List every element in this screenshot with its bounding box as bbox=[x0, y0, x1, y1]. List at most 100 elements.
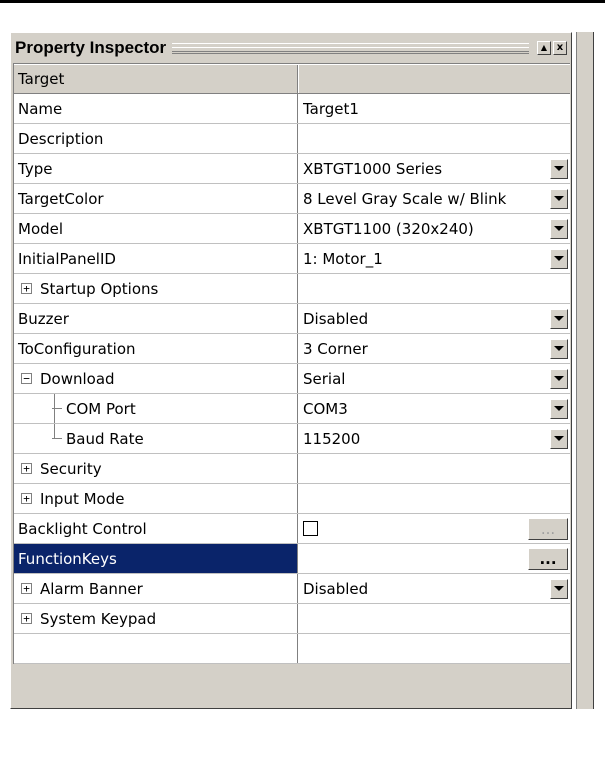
dropdown-button[interactable] bbox=[550, 398, 568, 419]
property-value-field bbox=[298, 604, 570, 633]
chevron-down-icon bbox=[554, 316, 564, 321]
dropdown-button[interactable] bbox=[550, 188, 568, 209]
alarm-banner-select[interactable]: Disabled bbox=[298, 574, 570, 603]
chevron-down-icon bbox=[554, 166, 564, 171]
property-row-input-mode[interactable]: + Input Mode bbox=[14, 484, 570, 514]
property-row-functionkeys[interactable]: FunctionKeys ... bbox=[14, 544, 570, 574]
expand-icon[interactable]: + bbox=[21, 463, 32, 474]
dropdown-button[interactable] bbox=[550, 338, 568, 359]
property-row-baud-rate[interactable]: Baud Rate 115200 bbox=[14, 424, 570, 454]
property-label: Startup Options bbox=[40, 279, 159, 298]
initialpanelid-select[interactable]: 1: Motor_1 bbox=[298, 244, 570, 273]
property-label-cell: + Security bbox=[14, 454, 298, 483]
buzzer-select[interactable]: Disabled bbox=[298, 304, 570, 333]
property-row-targetcolor[interactable]: TargetColor 8 Level Gray Scale w/ Blink bbox=[14, 184, 570, 214]
property-label-cell: + Startup Options bbox=[14, 274, 298, 303]
property-row-name[interactable]: Name Target1 bbox=[14, 94, 570, 124]
property-row-backlight-control[interactable]: Backlight Control ... bbox=[14, 514, 570, 544]
expand-icon[interactable]: + bbox=[21, 613, 32, 624]
property-label bbox=[14, 634, 298, 663]
grid-header: Target bbox=[14, 64, 570, 94]
property-row-alarm-banner[interactable]: + Alarm Banner Disabled bbox=[14, 574, 570, 604]
property-value: 8 Level Gray Scale w/ Blink bbox=[303, 189, 507, 208]
property-row-description[interactable]: Description bbox=[14, 124, 570, 154]
dropdown-button[interactable] bbox=[550, 428, 568, 449]
property-label: TargetColor bbox=[14, 184, 298, 213]
collapse-icon[interactable]: − bbox=[21, 373, 32, 384]
close-icon: x bbox=[556, 42, 564, 53]
download-select[interactable]: Serial bbox=[298, 364, 570, 393]
tree-connector bbox=[54, 394, 55, 423]
property-row-startup-options[interactable]: + Startup Options bbox=[14, 274, 570, 304]
expand-icon[interactable]: + bbox=[21, 583, 32, 594]
chevron-down-icon bbox=[554, 196, 564, 201]
property-label: Description bbox=[14, 124, 298, 153]
splitter-bar[interactable] bbox=[576, 32, 594, 709]
property-value-field[interactable]: Target1 bbox=[298, 94, 570, 123]
dropdown-button[interactable] bbox=[550, 368, 568, 389]
property-row-system-keypad[interactable]: + System Keypad bbox=[14, 604, 570, 634]
property-row-security[interactable]: + Security bbox=[14, 454, 570, 484]
property-row-initialpanelid[interactable]: InitialPanelID 1: Motor_1 bbox=[14, 244, 570, 274]
property-value-field bbox=[298, 454, 570, 483]
property-value: 115200 bbox=[303, 429, 361, 448]
property-value: Serial bbox=[303, 369, 346, 388]
property-value-field bbox=[298, 274, 570, 303]
chevron-down-icon bbox=[554, 406, 564, 411]
dropdown-button[interactable] bbox=[550, 158, 568, 179]
minimize-button[interactable]: ▲ bbox=[537, 41, 551, 55]
functionkeys-ellipsis-button[interactable]: ... bbox=[528, 547, 568, 570]
baud-rate-select[interactable]: 115200 bbox=[298, 424, 570, 453]
property-row-download[interactable]: − Download Serial bbox=[14, 364, 570, 394]
chevron-down-icon bbox=[554, 226, 564, 231]
property-value: 1: Motor_1 bbox=[303, 249, 383, 268]
property-grid: Target Name Target1 Description Type XBT… bbox=[13, 63, 570, 664]
functionkeys-field[interactable]: ... bbox=[298, 544, 570, 573]
type-select[interactable]: XBTGT1000 Series bbox=[298, 154, 570, 183]
property-label-cell: + Alarm Banner bbox=[14, 574, 298, 603]
chevron-down-icon bbox=[554, 586, 564, 591]
model-select[interactable]: XBTGT1100 (320x240) bbox=[298, 214, 570, 243]
property-row-empty bbox=[14, 634, 570, 664]
dropdown-button[interactable] bbox=[550, 308, 568, 329]
header-value-column bbox=[298, 65, 570, 93]
dropdown-button[interactable] bbox=[550, 578, 568, 599]
chevron-down-icon bbox=[554, 256, 564, 261]
drag-grip[interactable] bbox=[172, 42, 529, 54]
property-label-cell: COM Port bbox=[14, 394, 298, 423]
property-label: Type bbox=[14, 154, 298, 183]
toconfiguration-select[interactable]: 3 Corner bbox=[298, 334, 570, 363]
dropdown-button[interactable] bbox=[550, 218, 568, 239]
property-label: InitialPanelID bbox=[14, 244, 298, 273]
property-row-buzzer[interactable]: Buzzer Disabled bbox=[14, 304, 570, 334]
property-value: XBTGT1100 (320x240) bbox=[303, 219, 474, 238]
close-button[interactable]: x bbox=[553, 41, 567, 55]
com-port-select[interactable]: COM3 bbox=[298, 394, 570, 423]
property-row-type[interactable]: Type XBTGT1000 Series bbox=[14, 154, 570, 184]
property-label: Backlight Control bbox=[14, 514, 298, 543]
property-value bbox=[298, 634, 570, 663]
property-label: FunctionKeys bbox=[14, 544, 298, 573]
property-row-toconfiguration[interactable]: ToConfiguration 3 Corner bbox=[14, 334, 570, 364]
backlight-checkbox[interactable] bbox=[303, 521, 318, 536]
property-value-field bbox=[298, 484, 570, 513]
expand-icon[interactable]: + bbox=[21, 283, 32, 294]
targetcolor-select[interactable]: 8 Level Gray Scale w/ Blink bbox=[298, 184, 570, 213]
property-label: ToConfiguration bbox=[14, 334, 298, 363]
property-row-com-port[interactable]: COM Port COM3 bbox=[14, 394, 570, 424]
property-value-field[interactable] bbox=[298, 124, 570, 153]
expand-icon[interactable]: + bbox=[21, 493, 32, 504]
property-label: Model bbox=[14, 214, 298, 243]
panel-title: Property Inspector bbox=[15, 38, 167, 57]
property-label: Alarm Banner bbox=[40, 579, 143, 598]
dropdown-button[interactable] bbox=[550, 248, 568, 269]
property-label-cell: Baud Rate bbox=[14, 424, 298, 453]
property-label: Input Mode bbox=[40, 489, 125, 508]
property-row-model[interactable]: Model XBTGT1100 (320x240) bbox=[14, 214, 570, 244]
tree-connector bbox=[54, 424, 55, 439]
title-bar[interactable]: Property Inspector ▲ x bbox=[13, 35, 569, 61]
property-value: 3 Corner bbox=[303, 339, 368, 358]
property-value: XBTGT1000 Series bbox=[303, 159, 443, 178]
backlight-control-field[interactable]: ... bbox=[298, 514, 570, 543]
property-inspector-panel: Property Inspector ▲ x Target Name Targe… bbox=[10, 32, 572, 709]
